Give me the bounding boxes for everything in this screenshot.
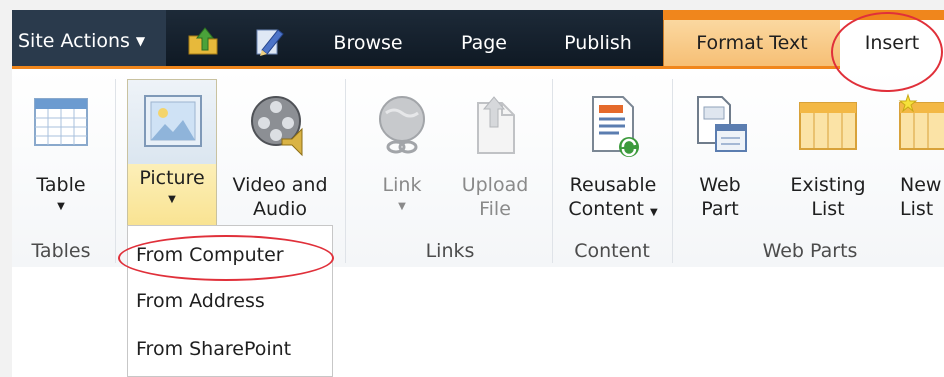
reusable-label-line1: Reusable: [569, 174, 657, 196]
contextual-tab-accent: [663, 10, 944, 20]
tab-publish[interactable]: Publish: [550, 20, 646, 66]
group-divider: [345, 79, 346, 263]
group-divider: [115, 79, 116, 263]
new-list-label-line2: List: [900, 198, 934, 220]
new-list-icon: [898, 93, 944, 150]
chevron-down-icon: ▼: [168, 194, 176, 205]
menu-item-from-computer[interactable]: From Computer: [136, 240, 284, 270]
chevron-down-icon: ▼: [135, 34, 146, 48]
menu-item-from-sharepoint[interactable]: From SharePoint: [136, 334, 291, 364]
upload-label-line2: File: [479, 198, 511, 220]
upload-file-icon: [477, 96, 515, 154]
reusable-content-icon: [592, 96, 639, 157]
edit-page-icon[interactable]: [252, 24, 286, 58]
video-audio-label-line2: Audio: [252, 198, 307, 220]
web-part-label-line1: Web: [699, 174, 741, 196]
table-label: Table: [36, 174, 86, 196]
picture-button[interactable]: Picture ▼: [127, 79, 217, 227]
reusable-label-line2: Content: [568, 198, 644, 220]
table-icon: [34, 98, 88, 146]
video-and-audio-button[interactable]: Video and Audio: [224, 87, 336, 235]
film-reel-audio-icon: [251, 96, 303, 157]
navigate-up-icon[interactable]: [186, 24, 220, 58]
web-part-label-line2: Part: [701, 198, 739, 220]
existing-list-label-line2: List: [811, 198, 845, 220]
menu-item-from-address[interactable]: From Address: [136, 286, 265, 316]
existing-list-button[interactable]: Existing List: [774, 87, 882, 235]
chevron-down-icon: ▼: [398, 201, 406, 212]
chevron-down-icon: ▼: [649, 207, 658, 218]
new-list-label-line1: New: [900, 174, 942, 196]
tab-page[interactable]: Page: [446, 20, 522, 66]
chevron-down-icon: ▼: [57, 201, 65, 212]
upload-label-line1: Upload: [461, 174, 529, 196]
web-part-button[interactable]: Web Part: [680, 87, 760, 235]
link-button[interactable]: Link ▼: [362, 87, 442, 235]
picture-dropdown-menu: From Computer From Address From SharePoi…: [127, 225, 333, 377]
group-divider: [672, 79, 673, 263]
ribbon-tab-bar: Site Actions ▼ Browse Page Publish Format…: [12, 10, 944, 70]
existing-list-label-line1: Existing: [790, 174, 866, 196]
sharepoint-window: Site Actions ▼ Browse Page Publish Format…: [12, 10, 944, 377]
upload-file-button[interactable]: Upload File: [450, 87, 540, 235]
reusable-content-button[interactable]: Reusable Content ▼: [560, 87, 666, 235]
picture-icon: [144, 95, 202, 147]
tab-browse[interactable]: Browse: [322, 20, 414, 66]
group-label-tables: Tables: [31, 240, 91, 262]
site-actions-label: Site Actions: [18, 30, 130, 52]
table-button[interactable]: Table ▼: [20, 87, 102, 235]
group-label-content: Content: [574, 240, 650, 262]
web-part-icon: [697, 96, 747, 152]
group-divider: [552, 79, 553, 263]
new-list-button[interactable]: New List: [890, 87, 944, 235]
picture-label: Picture: [139, 167, 205, 189]
video-audio-label-line1: Video and: [232, 174, 328, 196]
group-label-links: Links: [425, 240, 475, 262]
existing-list-icon: [799, 102, 857, 150]
tab-format-text[interactable]: Format Text: [663, 20, 841, 66]
globe-link-icon: [379, 96, 425, 154]
link-label: Link: [382, 174, 422, 196]
tab-insert[interactable]: Insert: [840, 20, 944, 70]
site-actions-menu[interactable]: Site Actions ▼: [12, 10, 166, 66]
group-label-web-parts: Web Parts: [762, 240, 858, 262]
